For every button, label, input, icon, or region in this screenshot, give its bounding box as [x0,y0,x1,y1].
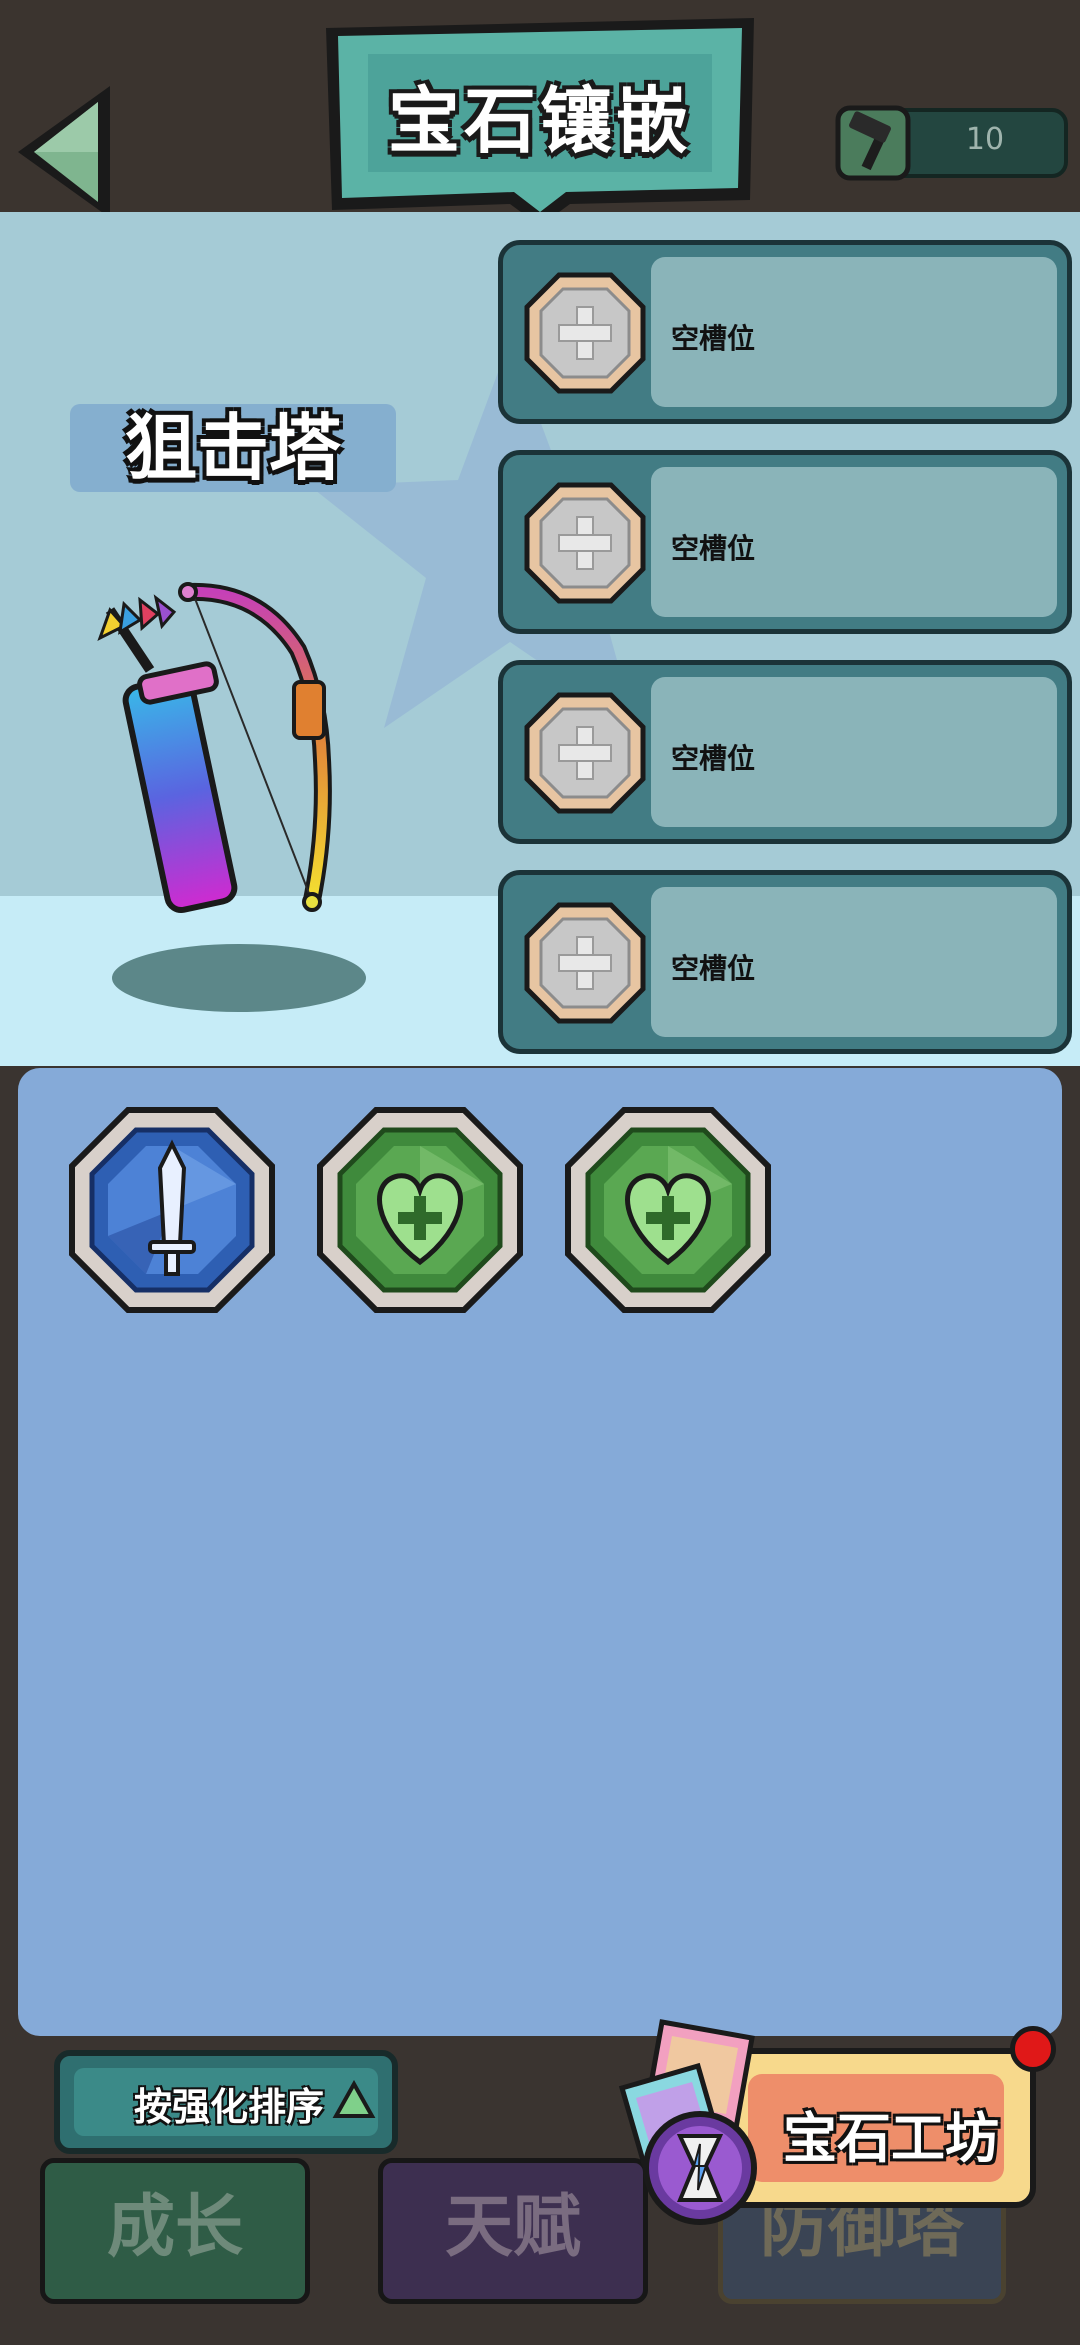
heart-gem-icon[interactable] [562,1104,774,1316]
sort-label: 按强化排序 [134,2085,325,2129]
slot-label: 空槽位 [671,532,756,565]
gem-slot-2[interactable]: 空槽位 [498,450,1072,634]
page-title: 宝石镶嵌 [387,79,692,163]
heart-gem-icon[interactable] [314,1104,526,1316]
notification-badge [1010,2026,1056,2072]
sort-by-enhancement-button[interactable]: 按强化排序 [54,2050,398,2154]
slot-label: 空槽位 [671,952,756,985]
gem-slot-1[interactable]: 空槽位 [498,240,1072,424]
tower-name: 狙击塔 [124,406,341,490]
add-gem-icon [524,272,646,394]
gem-workshop-icon [618,2019,757,2225]
back-arrow-icon[interactable] [10,78,122,226]
add-gem-icon [524,902,646,1024]
add-gem-icon [524,482,646,604]
bow-and-quiver-icon [97,582,332,913]
gem-slot-4[interactable]: 空槽位 [498,870,1072,1054]
tower-shadow [112,944,366,1012]
add-gem-icon [524,692,646,814]
slot-label: 空槽位 [671,742,756,775]
sword-gem-icon[interactable] [66,1104,278,1316]
sort-ascending-icon [332,2080,376,2118]
gem-slot-3[interactable]: 空槽位 [498,660,1072,844]
workshop-label: 宝石工坊 [783,2107,999,2170]
slot-label: 空槽位 [671,322,756,355]
hammer-count: 10 [965,122,1005,157]
tab-growth[interactable]: 成长 [40,2158,310,2304]
